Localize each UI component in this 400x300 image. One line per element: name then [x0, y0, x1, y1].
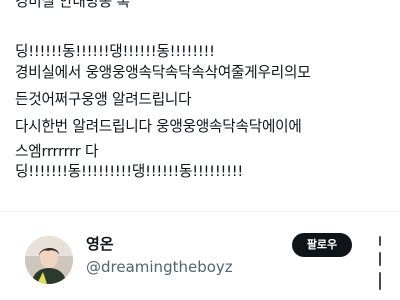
post-line: 든것어쩌구웅앵 알려드립니다 [15, 91, 192, 108]
author-handle[interactable]: @dreamingtheboyz [86, 257, 233, 277]
author-card: 영온 @dreamingtheboyz 팔로우 [0, 212, 400, 300]
post-line: 다시한번 알려드립니다 웅앵웅앵속닥속닥에이에 [15, 118, 302, 135]
post-line: 딩!!!!!!동!!!!!!댕!!!!!!동!!!!!!!! [15, 43, 215, 60]
post-line: 딩!!!!!!!동!!!!!!!!!댕!!!!!!동!!!!!!!!! [15, 163, 244, 180]
author-name[interactable]: 영온 [86, 234, 114, 254]
vertical-dots-icon[interactable] [377, 236, 385, 292]
avatar-photo-icon [25, 236, 73, 284]
follow-button[interactable]: 팔로우 [292, 233, 352, 257]
avatar[interactable] [25, 236, 73, 284]
post-text: 경비실 안내방송 록 딩!!!!!!동!!!!!!댕!!!!!!동!!!!!!!… [15, 0, 395, 196]
post-line: 경비실 안내방송 록 [15, 0, 130, 10]
post-line: 스엠rrrrrrr 다 [15, 143, 99, 160]
post-line: 경비실에서 웅앵웅앵속닥속닥속삭여줄게우리의모 [15, 64, 311, 81]
